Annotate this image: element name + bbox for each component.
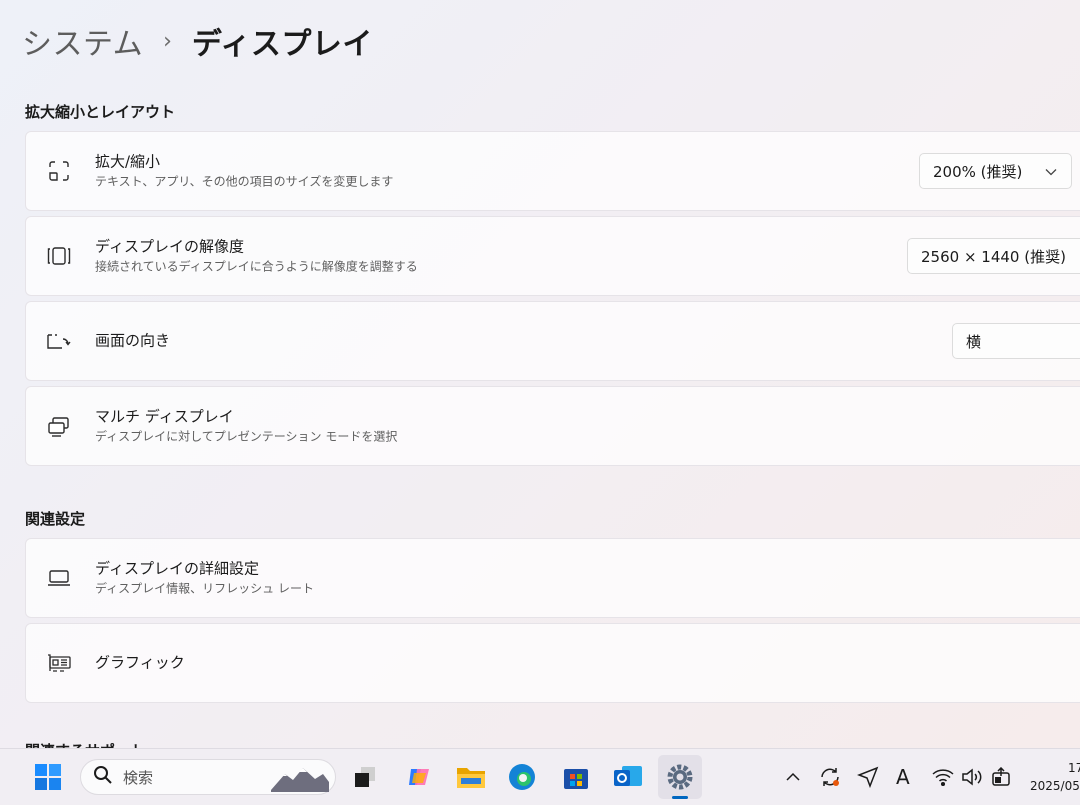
multi-display-card[interactable]: マルチ ディスプレイ ディスプレイに対してプレゼンテーション モードを選択	[25, 386, 1080, 466]
advanced-display-title: ディスプレイの詳細設定	[95, 559, 259, 578]
orientation-icon	[46, 328, 72, 354]
scale-title: 拡大/縮小	[95, 152, 161, 171]
section-title-scale-layout: 拡大縮小とレイアウト	[25, 103, 176, 121]
advanced-display-subtitle: ディスプレイ情報、リフレッシュ レート	[95, 581, 314, 596]
multi-display-icon	[46, 413, 72, 439]
section-title-support: 関連するサポート	[25, 740, 145, 748]
multi-display-subtitle: ディスプレイに対してプレゼンテーション モードを選択	[95, 429, 398, 444]
scale-dropdown[interactable]: 200% (推奨)	[919, 153, 1072, 189]
resolution-icon	[46, 243, 72, 269]
show-hidden-icons-chevron-icon[interactable]	[785, 772, 801, 782]
edge-browser-icon[interactable]	[508, 763, 536, 791]
resolution-setting-card[interactable]: ディスプレイの解像度 接続されているディスプレイに合うように解像度を調整する 2…	[25, 216, 1080, 296]
multi-display-title: マルチ ディスプレイ	[95, 407, 234, 426]
advanced-display-card[interactable]: ディスプレイの詳細設定 ディスプレイ情報、リフレッシュ レート	[25, 538, 1080, 618]
scale-dropdown-value: 200% (推奨)	[933, 162, 1023, 181]
laptop-icon	[46, 565, 72, 591]
graphics-card[interactable]: グラフィック	[25, 623, 1080, 703]
resolution-dropdown-value: 2560 × 1440 (推奨)	[921, 247, 1066, 266]
scale-icon	[46, 158, 72, 184]
resolution-subtitle: 接続されているディスプレイに合うように解像度を調整する	[95, 259, 418, 274]
search-icon	[93, 765, 113, 789]
volume-icon[interactable]	[961, 768, 983, 786]
section-title-related: 関連設定	[25, 510, 86, 528]
copilot-icon[interactable]	[405, 763, 433, 791]
clock-time: 17	[1068, 761, 1080, 775]
breadcrumb-separator: ›	[163, 28, 172, 54]
taskbar-search[interactable]: 検索	[80, 759, 336, 795]
store-icon[interactable]	[562, 763, 590, 791]
input-method-icon[interactable]: A	[896, 765, 910, 789]
sync-icon[interactable]	[818, 765, 842, 789]
graphics-card-icon	[46, 650, 72, 676]
clock-date: 2025/05	[1030, 779, 1080, 793]
resolution-title: ディスプレイの解像度	[95, 237, 244, 256]
orientation-setting-card[interactable]: 画面の向き 横	[25, 301, 1080, 381]
mountain-image-icon	[271, 764, 329, 796]
graphics-title: グラフィック	[95, 653, 185, 672]
task-view-icon[interactable]	[352, 764, 378, 790]
scale-setting-card[interactable]: 拡大/縮小 テキスト、アプリ、その他の項目のサイズを変更します 200% (推奨…	[25, 131, 1080, 211]
battery-charging-icon[interactable]	[990, 767, 1012, 787]
orientation-dropdown-value: 横	[966, 332, 982, 351]
taskbar-clock[interactable]: 17 2025/05	[1030, 759, 1080, 795]
breadcrumb-parent[interactable]: システム	[22, 19, 143, 63]
scale-subtitle: テキスト、アプリ、その他の項目のサイズを変更します	[95, 174, 394, 189]
page-title: ディスプレイ	[191, 27, 373, 62]
file-explorer-icon[interactable]	[456, 764, 486, 790]
resolution-dropdown[interactable]: 2560 × 1440 (推奨)	[907, 238, 1080, 274]
location-icon[interactable]	[857, 766, 879, 788]
settings-app-icon[interactable]	[658, 755, 702, 799]
taskbar: 検索 A 17 2025/05	[0, 748, 1080, 805]
outlook-icon[interactable]	[613, 763, 643, 791]
active-app-indicator	[672, 796, 688, 799]
windows-start-icon[interactable]	[34, 763, 62, 791]
breadcrumb: システム › ディスプレイ	[22, 18, 373, 64]
wifi-icon[interactable]	[932, 768, 954, 786]
chevron-down-icon	[1045, 162, 1057, 180]
orientation-title: 画面の向き	[95, 331, 171, 350]
search-placeholder: 検索	[123, 768, 154, 787]
orientation-dropdown[interactable]: 横	[952, 323, 1080, 359]
